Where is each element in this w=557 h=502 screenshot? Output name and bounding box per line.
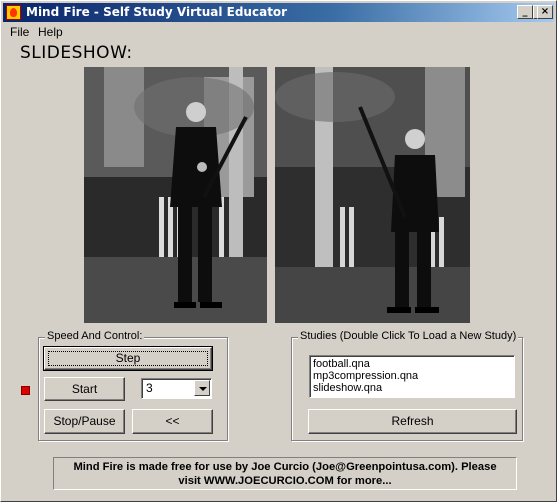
studies-label: Studies (Double Click To Load a New Stud… bbox=[298, 330, 519, 342]
slide-image-left bbox=[84, 67, 267, 323]
slide-image-right bbox=[275, 67, 470, 323]
title-bar[interactable]: Mind Fire - Self Study Virtual Educator … bbox=[3, 3, 554, 22]
minimize-icon: _ bbox=[522, 6, 528, 17]
studies-list[interactable]: football.qna mp3compression.qna slidesho… bbox=[309, 355, 515, 398]
refresh-label: Refresh bbox=[391, 414, 434, 428]
close-button[interactable]: × bbox=[537, 5, 553, 19]
window-title: Mind Fire - Self Study Virtual Educator bbox=[26, 5, 288, 19]
list-item[interactable]: football.qna bbox=[313, 358, 511, 370]
list-item[interactable]: slideshow.qna bbox=[313, 382, 511, 394]
focus-rect bbox=[48, 351, 208, 366]
status-indicator bbox=[21, 386, 30, 395]
minimize-button[interactable]: _ bbox=[517, 5, 533, 19]
speed-select[interactable]: 3 bbox=[141, 378, 212, 399]
menu-help[interactable]: Help bbox=[38, 25, 63, 39]
back-label: << bbox=[165, 414, 180, 428]
notice-line-2: visit WWW.JOECURCIO.COM for more... bbox=[178, 475, 392, 487]
refresh-button[interactable]: Refresh bbox=[308, 409, 517, 434]
slideshow-title: SLIDESHOW: bbox=[20, 43, 133, 63]
speed-control-label: Speed And Control: bbox=[45, 330, 145, 342]
chevron-down-icon[interactable] bbox=[194, 380, 210, 396]
speed-value: 3 bbox=[146, 381, 153, 395]
close-icon: × bbox=[540, 6, 550, 17]
list-item[interactable]: mp3compression.qna bbox=[313, 370, 511, 382]
footer-notice: Mind Fire is made free for use by Joe Cu… bbox=[53, 457, 517, 490]
flame-icon[interactable] bbox=[6, 5, 21, 20]
app-window: Mind Fire - Self Study Virtual Educator … bbox=[0, 0, 557, 502]
menu-bar: File Help bbox=[3, 23, 554, 41]
back-button[interactable]: << bbox=[132, 409, 213, 434]
stop-pause-label: Stop/Pause bbox=[53, 414, 116, 428]
notice-line-1: Mind Fire is made free for use by Joe Cu… bbox=[73, 461, 497, 473]
step-button[interactable]: Step bbox=[43, 346, 213, 371]
start-button[interactable]: Start bbox=[44, 377, 125, 401]
menu-file[interactable]: File bbox=[10, 25, 29, 39]
stop-pause-button[interactable]: Stop/Pause bbox=[44, 409, 125, 434]
start-label: Start bbox=[71, 382, 98, 396]
